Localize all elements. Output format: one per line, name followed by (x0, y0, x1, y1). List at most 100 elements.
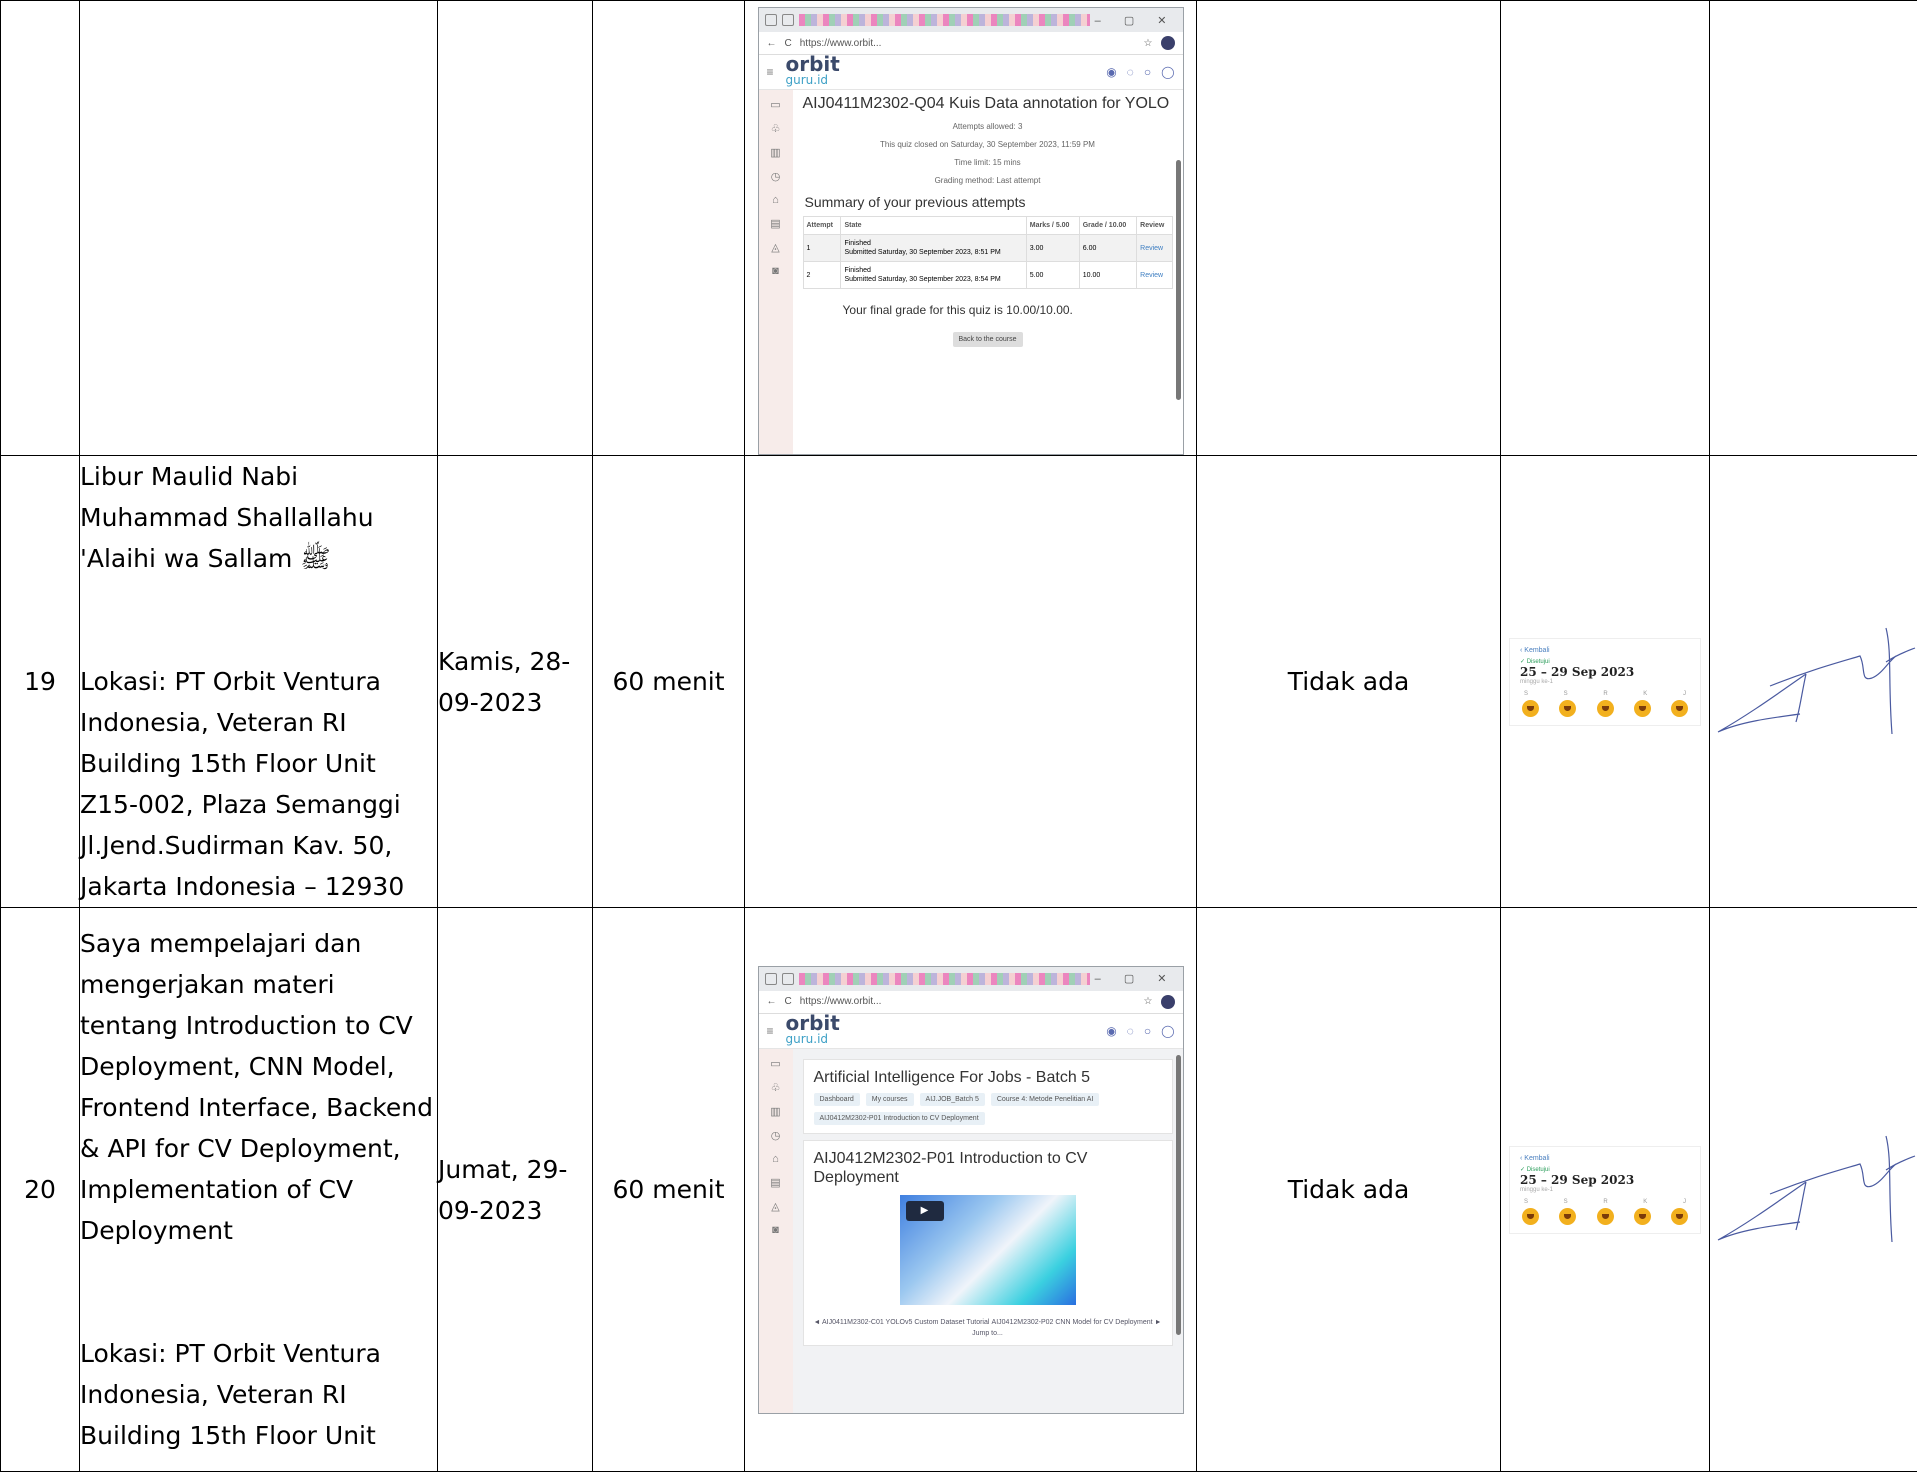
approval-cell (1501, 1, 1710, 456)
next-lesson-link[interactable]: AIJ0412M2302-P02 CNN Model for CV Deploy… (992, 1319, 1162, 1326)
smile-icon (1671, 1208, 1688, 1225)
browser-tabbar: – ▢ ✕ (759, 8, 1183, 32)
orbit-logo: orbit guru.id (786, 1015, 840, 1047)
prev-lesson-link[interactable]: ◄ AIJ0411M2302-C01 YOLOv5 Custom Dataset… (814, 1319, 990, 1326)
window-controls: – ▢ ✕ (1095, 14, 1177, 27)
smile-icon (1559, 700, 1576, 717)
date-cell (438, 1, 593, 456)
col-marks: Marks / 5.00 (1026, 217, 1079, 235)
row-number: 19 (1, 456, 80, 908)
breadcrumb-item[interactable]: Dashboard (814, 1093, 860, 1106)
app-body: ▭ ♧ ▥ ◷ ⌂ ▤ ◬ ◙ AIJ0411M2302-Q04 Kuis Da… (759, 90, 1183, 455)
signature-cell (1710, 908, 1917, 1472)
video-player[interactable]: ▶ (900, 1195, 1076, 1305)
table-row: – ▢ ✕ ← C https://www.orbit... ☆ ≡ orbit… (1, 1, 1917, 456)
breadcrumb-item[interactable]: AIJ.JOB_Batch 5 (920, 1093, 985, 1106)
menu-icon: ≡ (767, 1024, 774, 1038)
app-header: ≡ orbit guru.id ◉ ◌ ○ ◯ (759, 55, 1183, 90)
book-icon: ▥ (770, 146, 780, 159)
side-rail: ▭ ♧ ▥ ◷ ⌂ ▤ ◬ ◙ (759, 90, 793, 455)
back-icon: ← (767, 38, 777, 49)
header-icons: ◉ ◌ ○ ◯ (1106, 65, 1174, 79)
attempt-row: 1 Finished Submitted Saturday, 30 Septem… (803, 235, 1172, 262)
home-icon: ⌂ (772, 1153, 779, 1165)
globe-icon: ◉ (1106, 1024, 1116, 1038)
col-attempt: Attempt (803, 217, 841, 235)
course-main: Artificial Intelligence For Jobs - Batch… (793, 1049, 1183, 1414)
smile-icon (1634, 700, 1651, 717)
jump-to: Jump to... (814, 1330, 1162, 1337)
quiz-title: AIJ0411M2302-Q04 Kuis Data annotation fo… (803, 94, 1173, 113)
breadcrumb-item[interactable]: AIJ0412M2302-P01 Introduction to CV Depl… (814, 1112, 985, 1125)
book-icon: ▥ (770, 1105, 780, 1118)
duration-cell: 60 menit (593, 908, 745, 1472)
user-icon: ◯ (1161, 65, 1174, 79)
bell-icon: ◌ (1127, 65, 1134, 79)
activity-log-table: – ▢ ✕ ← C https://www.orbit... ☆ ≡ orbit… (0, 0, 1917, 1472)
smile-icon (1522, 700, 1539, 717)
smile-icon (1522, 1208, 1539, 1225)
evidence-cell (745, 456, 1197, 908)
activity-text: Libur Maulid Nabi Muhammad Shallallahu '… (80, 456, 437, 579)
orbit-logo: orbit guru.id (786, 56, 840, 88)
globe-icon: ◉ (1106, 65, 1116, 79)
course-screenshot: – ▢ ✕ ← C https://www.orbit... ☆ ≡ orbit… (758, 966, 1184, 1414)
url-text: https://www.orbit... (800, 996, 1136, 1007)
smile-icon (1597, 1208, 1614, 1225)
output-cell: Tidak ada (1197, 456, 1501, 908)
review-link[interactable]: Review (1137, 262, 1172, 289)
scrollbar (1176, 1055, 1181, 1335)
week-range: 25 – 29 Sep 2023 (1520, 665, 1690, 679)
menu-icon: ≡ (767, 65, 774, 79)
lesson-card: AIJ0412M2302-P01 Introduction to CV Depl… (803, 1140, 1173, 1346)
tab-icon (765, 973, 777, 985)
profile-icon (1161, 995, 1175, 1009)
badge-icon: ◙ (772, 265, 779, 277)
smile-icon (1597, 700, 1614, 717)
side-rail: ▭ ♧ ▥ ◷ ⌂ ▤ ◬ ◙ (759, 1049, 793, 1414)
course-header-card: Artificial Intelligence For Jobs - Batch… (803, 1059, 1173, 1134)
signature-cell (1710, 1, 1917, 456)
closed-on: This quiz closed on Saturday, 30 Septemb… (803, 140, 1173, 149)
header-icons: ◉ ◌ ○ ◯ (1106, 1024, 1174, 1038)
bell-icon: ◌ (1127, 1024, 1134, 1038)
signature-image (1710, 1130, 1916, 1250)
chat-icon: ○ (1144, 1024, 1151, 1038)
url-text: https://www.orbit... (800, 38, 1136, 49)
back-link[interactable]: ‹ Kembali (1520, 1155, 1690, 1162)
final-grade: Your final grade for this quiz is 10.00/… (843, 303, 1173, 318)
duration-cell: 60 menit (593, 456, 745, 908)
back-link[interactable]: ‹ Kembali (1520, 647, 1690, 654)
quiz-screenshot: – ▢ ✕ ← C https://www.orbit... ☆ ≡ orbit… (758, 7, 1184, 455)
time-limit: Time limit: 15 mins (803, 158, 1173, 167)
quiz-main: AIJ0411M2302-Q04 Kuis Data annotation fo… (793, 90, 1183, 455)
date-cell: Jumat, 29-09-2023 (438, 908, 593, 1472)
back-icon: ← (767, 996, 777, 1007)
reload-icon: C (785, 996, 792, 1007)
back-to-course-button[interactable]: Back to the course (953, 332, 1023, 347)
tab-icon (765, 14, 777, 26)
breadcrumb-item[interactable]: Course 4: Metode Penelitian AI (991, 1093, 1100, 1106)
mood-faces (1520, 700, 1690, 717)
play-icon[interactable]: ▶ (906, 1201, 944, 1221)
calendar-icon: ▤ (770, 217, 780, 230)
output-cell (1197, 1, 1501, 456)
browser-tabs (799, 14, 1090, 26)
window-controls: – ▢ ✕ (1095, 972, 1177, 985)
smile-icon (1559, 1208, 1576, 1225)
week-label: minggu ke-1 (1520, 1187, 1690, 1193)
activity-cell (80, 1, 438, 456)
tab-icon (782, 14, 794, 26)
location-text: Lokasi: PT Orbit Ventura Indonesia, Vete… (80, 1333, 437, 1456)
jump-to-select[interactable]: Jump to... (972, 1330, 1003, 1337)
location-text: Lokasi: PT Orbit Ventura Indonesia, Vete… (80, 661, 437, 907)
home-icon: ⌂ (772, 194, 779, 206)
review-link[interactable]: Review (1137, 235, 1172, 262)
folder-icon: ▭ (770, 98, 780, 111)
breadcrumb-item[interactable]: My courses (866, 1093, 914, 1106)
col-grade: Grade / 10.00 (1079, 217, 1136, 235)
calendar-icon: ▤ (770, 1176, 780, 1189)
approved-badge: ✓ Disetujui (1520, 658, 1690, 665)
signature-image (1710, 622, 1916, 742)
badge-icon: ◙ (772, 1224, 779, 1236)
